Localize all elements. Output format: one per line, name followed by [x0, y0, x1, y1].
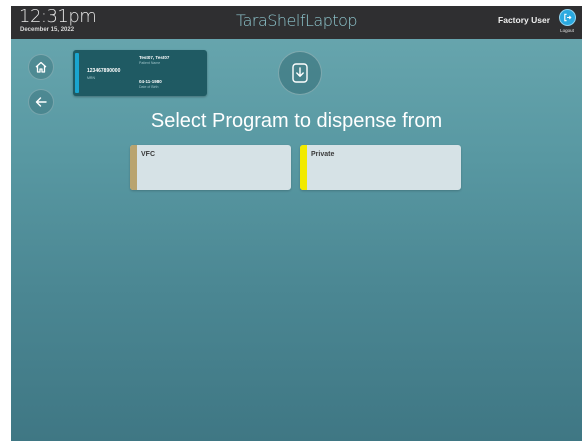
patient-name: Test07, Test07 — [139, 55, 170, 60]
program-button-private[interactable]: Private — [300, 145, 461, 190]
patient-dob: 04-11-1980 — [139, 79, 162, 84]
back-arrow-icon — [35, 97, 47, 107]
logout-icon — [559, 9, 576, 26]
screen: 12:31pm December 15, 2022 TaraShelfLapto… — [11, 6, 582, 441]
program-label-vfc: VFC — [141, 151, 155, 158]
program-button-vfc[interactable]: VFC — [130, 145, 291, 190]
patient-id-label: MRN — [87, 76, 95, 80]
top-bar: 12:31pm December 15, 2022 TaraShelfLapto… — [11, 6, 582, 39]
user-name: Factory User — [498, 15, 550, 25]
patient-id: 123467890000 — [87, 68, 121, 74]
device-name: TaraShelfLaptop — [235, 11, 358, 30]
patient-name-label: Patient Name — [139, 61, 161, 65]
dispense-icon — [278, 51, 322, 95]
home-icon — [35, 61, 47, 73]
page-title: Select Program to dispense from — [150, 110, 443, 132]
patient-card-accent — [75, 53, 79, 93]
program-stripe-private — [300, 145, 307, 190]
logout-label: Logout — [560, 28, 574, 33]
program-stripe-vfc — [130, 145, 137, 190]
logout-button[interactable]: Logout — [556, 9, 576, 37]
program-label-private: Private — [311, 151, 335, 158]
home-button[interactable] — [28, 54, 54, 80]
patient-card[interactable]: 123467890000 MRN Test07, Test07 Patient … — [73, 50, 207, 96]
patient-dob-label: Date of Birth — [139, 85, 159, 89]
